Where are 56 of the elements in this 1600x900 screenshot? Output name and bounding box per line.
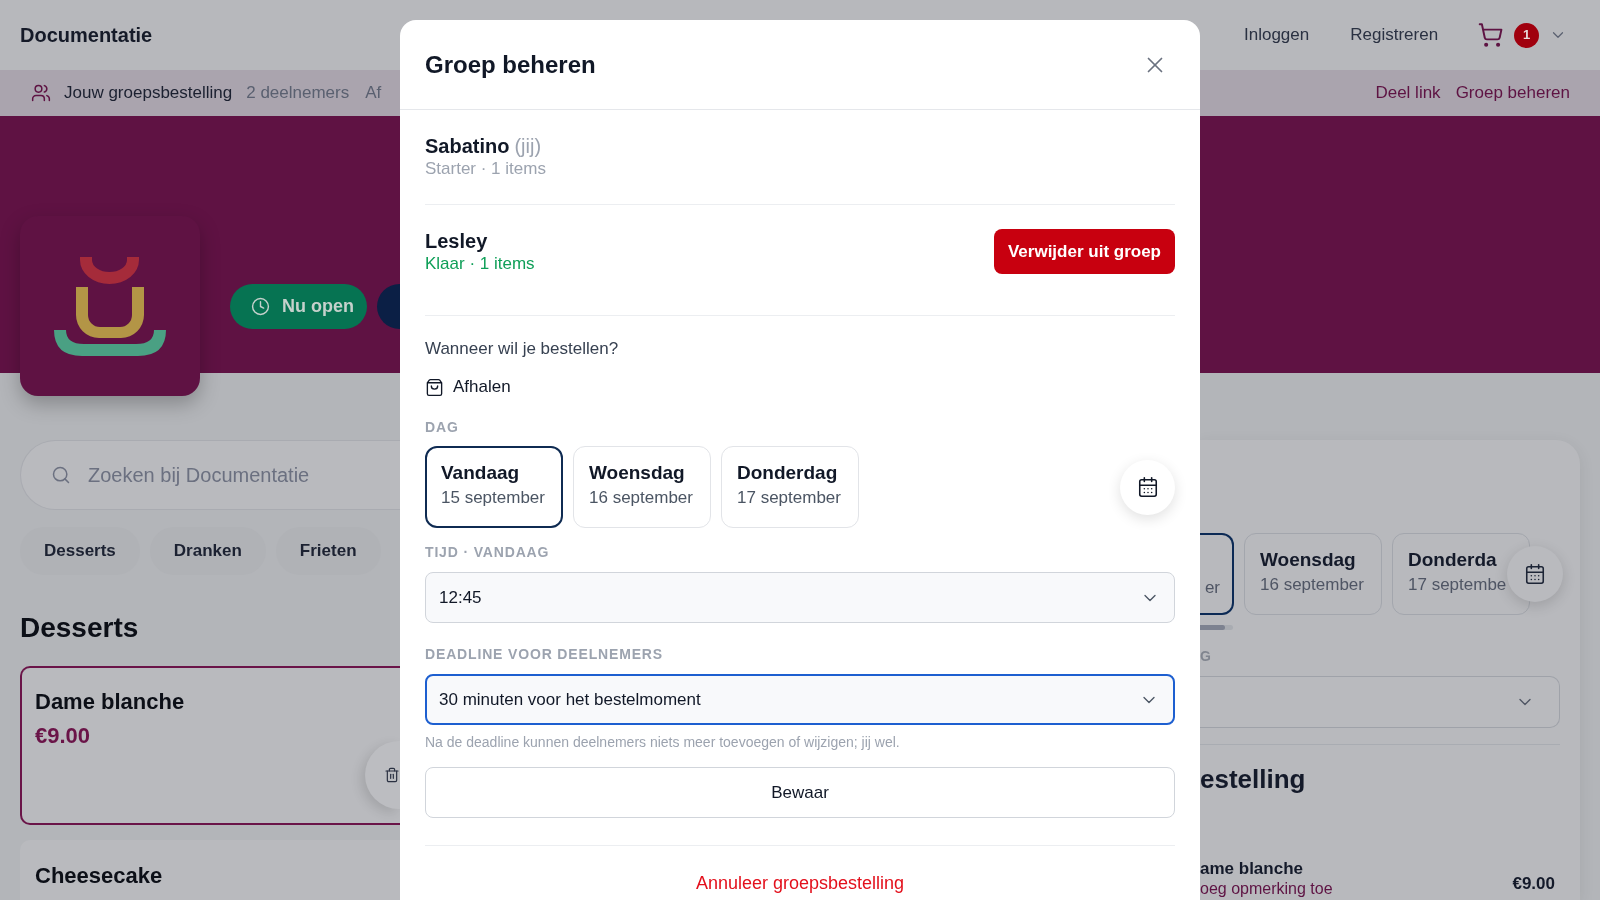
save-button[interactable]: Bewaar <box>425 767 1175 818</box>
cancel-group-order-button[interactable]: Annuleer groepsbestelling <box>695 871 905 895</box>
bag-icon <box>425 377 444 397</box>
item-price: €9.00 <box>35 722 92 750</box>
remove-member-button[interactable]: Verwijder uit groep <box>993 229 1175 274</box>
member-status: Klaar · 1 items <box>425 253 535 275</box>
section-heading: Desserts <box>20 611 140 645</box>
order-item-name: ame blanche <box>1200 858 1304 880</box>
dialog-title: Groep beheren <box>425 49 596 80</box>
clock-icon <box>251 297 270 316</box>
order-time-question: Wanneer wil je bestellen? <box>425 338 620 360</box>
item-name: Cheesecake <box>35 862 163 890</box>
field-label: DAG <box>425 418 460 437</box>
member-name: Lesley <box>425 229 488 253</box>
site-title: Documentatie <box>20 23 153 48</box>
calendar-icon <box>1136 476 1159 498</box>
category-chip[interactable]: Dranken <box>149 527 266 575</box>
field-label: TIJD · VANDAAG <box>425 543 551 562</box>
group-order-title: Jouw groepsbestelling <box>64 82 233 105</box>
header-link[interactable]: Inloggen <box>1244 22 1310 48</box>
order-heading: estelling <box>1200 763 1307 795</box>
people-icon <box>31 83 51 103</box>
day-option[interactable]: Woensdag 16 september <box>1244 533 1382 615</box>
day-option[interactable]: Vandaag 15 september <box>425 446 563 528</box>
calendar-icon <box>1524 563 1546 585</box>
status-text: Nu open <box>282 295 354 318</box>
member-name: Sabatino <box>425 134 510 158</box>
participant-count: 2 deelnemers <box>246 82 350 105</box>
time-select[interactable]: 12:45 <box>425 572 1175 623</box>
horizontal-scrollbar[interactable] <box>1200 625 1233 630</box>
info-pill <box>377 284 400 329</box>
add-note-link[interactable]: oeg opmerking toe <box>1200 880 1333 898</box>
member-status: Starter · 1 items <box>425 158 546 180</box>
hint-text: Na de deadline kunnen deelnemers niets meer toevoegen of wijzigen; jij wel. <box>425 733 901 751</box>
menu-item-card[interactable]: Dame blanche €9.00 <box>20 666 400 825</box>
day-option[interactable]: er <box>1200 533 1234 615</box>
group-action-link[interactable]: Groep beheren <box>1455 80 1570 106</box>
trash-icon <box>384 765 400 785</box>
group-action-link[interactable]: Deel link <box>1375 80 1441 106</box>
deadline-select[interactable]: 30 minuten voor het bestelmoment <box>425 674 1175 725</box>
cart-count-badge: 1 <box>1514 22 1540 48</box>
search-field[interactable]: Zoeken bij Documentatie <box>20 440 400 510</box>
pickup-label: Afhalen <box>453 376 511 399</box>
header-link[interactable]: Registreren <box>1350 22 1439 48</box>
item-name: Dame blanche <box>35 688 185 716</box>
you-label: (jij) <box>514 134 542 158</box>
search-icon <box>51 465 71 485</box>
day-option[interactable]: Donderdag 17 september <box>721 446 859 528</box>
day-option[interactable]: Woensdag 16 september <box>573 446 711 528</box>
order-item-price: €9.00 <box>1512 873 1555 895</box>
field-label: G <box>1200 647 1212 666</box>
cart-icon[interactable] <box>1477 22 1505 48</box>
order-method: Af <box>365 82 382 105</box>
logo-icon <box>54 256 166 356</box>
menu-item-card[interactable]: Cheesecake <box>20 840 400 900</box>
field-label: DEADLINE VOOR DEELNEMERS <box>425 645 664 664</box>
